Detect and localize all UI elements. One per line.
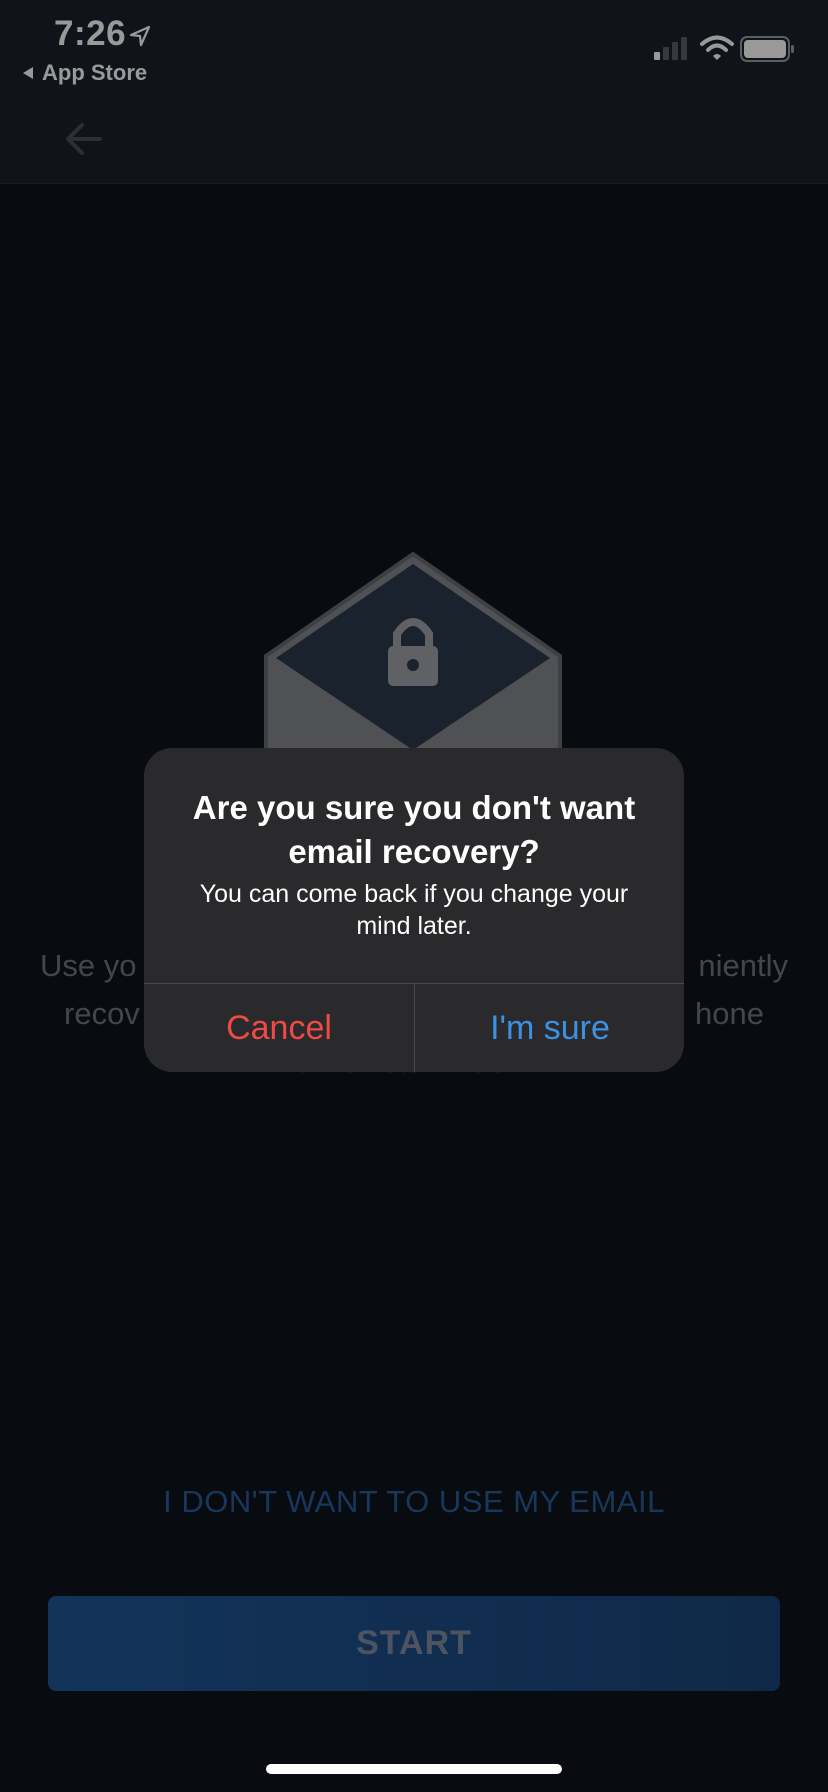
confirmation-alert: Are you sure you don't want email recove… — [144, 748, 684, 1072]
home-indicator[interactable] — [266, 1764, 562, 1774]
screen: 7:26 App Store Use yo niently recov hone… — [0, 0, 828, 1792]
alert-message: You can come back if you change your min… — [199, 880, 629, 940]
alert-title: Are you sure you don't want email recove… — [192, 789, 636, 870]
im-sure-button[interactable]: I'm sure — [415, 984, 684, 1072]
cancel-button[interactable]: Cancel — [144, 984, 414, 1072]
